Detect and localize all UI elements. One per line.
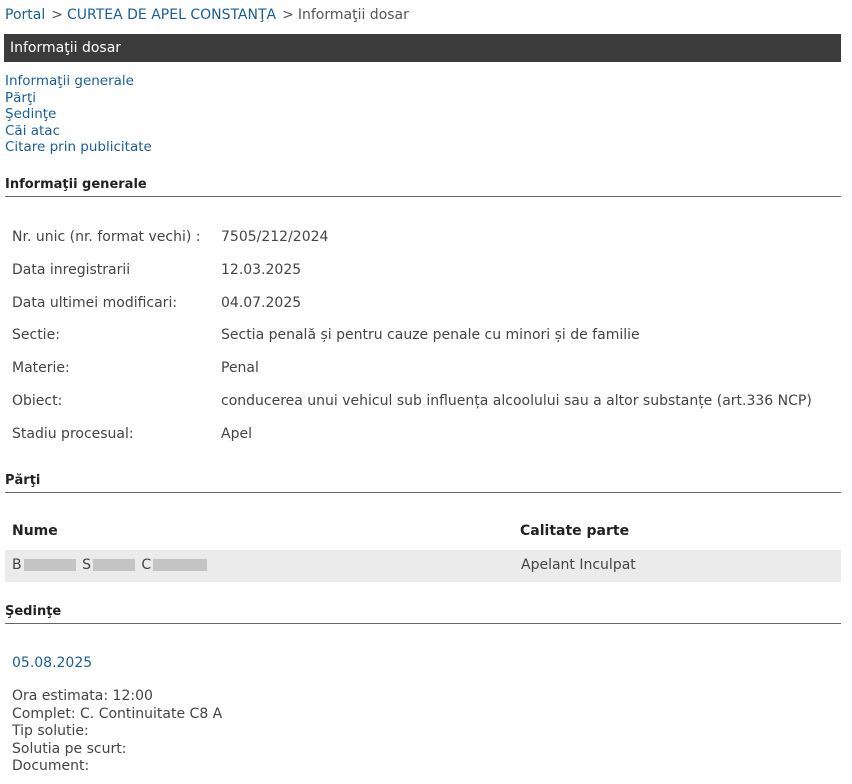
field-label: Stadiu procesual: — [12, 426, 134, 442]
field-label: Nr. unic (nr. format vechi) : — [12, 229, 201, 245]
name-initial: S — [82, 557, 91, 573]
column-header-calitate: Calitate parte — [520, 523, 630, 539]
breadcrumb: Portal > CURTEA DE APEL CONSTANŢA > Informaţ… — [5, 7, 409, 23]
breadcrumb-court-link[interactable]: CURTEA DE APEL CONSTANŢA — [67, 7, 276, 23]
field-value: 12.03.2025 — [221, 262, 302, 278]
field-value: Apel — [221, 426, 252, 442]
name-initial: C — [141, 557, 152, 573]
field-value: Penal — [221, 360, 259, 376]
nav-link-cai-atac[interactable]: Căi atac — [5, 123, 152, 140]
section-heading-general: Informaţii generale — [5, 177, 841, 197]
redacted-block — [23, 559, 76, 571]
field-value: 04.07.2025 — [221, 295, 302, 311]
field-value: conducerea unui vehicul sub influența al… — [221, 393, 812, 409]
field-label: Data ultimei modificari: — [12, 295, 178, 311]
hearing-detail-line: Complet: C. Continuitate C8 A — [12, 705, 223, 722]
field-label: Data inregistrarii — [12, 262, 131, 278]
section-heading-parti: Părţi — [5, 473, 841, 493]
breadcrumb-separator: > — [51, 7, 63, 23]
nav-link-citare[interactable]: Citare prin publicitate — [5, 139, 152, 156]
hearing-detail-line: Document: — [12, 758, 90, 774]
redacted-block — [153, 559, 208, 571]
hearing-details: Ora estimata: 12:00 Complet: C. Continui… — [12, 688, 222, 776]
redacted-block — [92, 559, 135, 571]
party-name: B S C — [12, 557, 209, 573]
hearing-detail-line: Tip solutie: — [12, 723, 89, 739]
section-heading-sedinte: Şedinţe — [5, 604, 841, 624]
column-header-nume: Nume — [12, 523, 58, 539]
page-title: Informaţii dosar — [4, 34, 841, 62]
breadcrumb-separator: > — [282, 7, 294, 23]
name-initial: B — [12, 557, 22, 573]
field-value: 7505/212/2024 — [221, 229, 329, 245]
section-nav: Informaţii generale Părţi Şedinţe Căi at… — [5, 73, 152, 156]
breadcrumb-current: Informaţii dosar — [297, 7, 409, 23]
hearing-date: 05.08.2025 — [12, 655, 93, 671]
field-label: Materie: — [12, 360, 70, 376]
field-value: Sectia penală și pentru cauze penale cu … — [221, 327, 640, 343]
breadcrumb-portal-link[interactable]: Portal — [5, 7, 45, 23]
field-label: Obiect: — [12, 393, 63, 409]
field-label: Sectie: — [12, 327, 60, 343]
party-role: Apelant Inculpat — [521, 557, 636, 573]
table-row: B S C Apelant Inculpat — [5, 550, 841, 582]
nav-link-parti[interactable]: Părţi — [5, 90, 152, 107]
table-header: Nume Calitate parte — [5, 520, 841, 544]
hearing-detail-line: Solutia pe scurt: — [12, 740, 127, 757]
nav-link-informatii-generale[interactable]: Informaţii generale — [5, 73, 152, 90]
hearing-detail-line: Ora estimata: 12:00 — [12, 688, 153, 704]
nav-link-sedinte[interactable]: Şedinţe — [5, 106, 152, 123]
